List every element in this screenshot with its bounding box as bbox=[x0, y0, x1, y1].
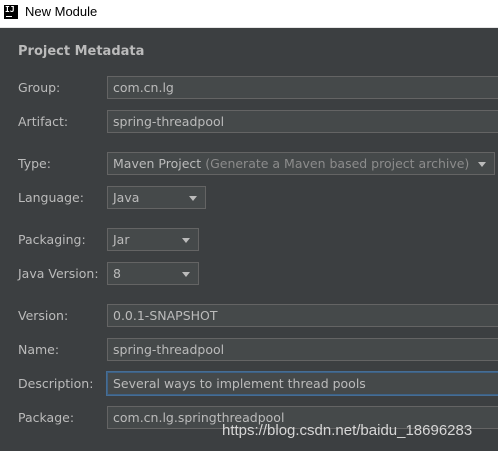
java-version-select[interactable]: 8 bbox=[107, 262, 199, 285]
group-label: Group: bbox=[18, 80, 61, 95]
watermark-text: https://blog.csdn.net/baidu_18696283 bbox=[222, 422, 473, 439]
group-input[interactable]: com.cn.lg bbox=[107, 76, 498, 99]
name-input[interactable]: spring-threadpool bbox=[107, 338, 498, 361]
artifact-input[interactable]: spring-threadpool bbox=[107, 110, 498, 133]
language-label: Language: bbox=[18, 190, 84, 205]
type-select-hint: (Generate a Maven based project archive) bbox=[205, 156, 470, 171]
chevron-down-icon bbox=[182, 272, 190, 277]
type-select[interactable]: Maven Project (Generate a Maven based pr… bbox=[107, 152, 495, 175]
chevron-down-icon bbox=[182, 238, 190, 243]
description-input[interactable]: Several ways to implement thread pools bbox=[107, 372, 498, 395]
window-title: New Module bbox=[25, 4, 98, 19]
chevron-down-icon bbox=[478, 162, 486, 167]
packaging-select[interactable]: Jar bbox=[107, 228, 199, 251]
java-version-select-value: 8 bbox=[113, 266, 121, 281]
title-bar: IJ New Module bbox=[0, 0, 498, 28]
type-label: Type: bbox=[18, 156, 51, 171]
version-label: Version: bbox=[18, 308, 69, 323]
java-version-label: Java Version: bbox=[18, 266, 99, 281]
language-select-value: Java bbox=[113, 190, 140, 205]
version-input[interactable]: 0.0.1-SNAPSHOT bbox=[107, 304, 498, 327]
name-label: Name: bbox=[18, 342, 60, 357]
chevron-down-icon bbox=[189, 196, 197, 201]
intellij-app-icon: IJ bbox=[4, 5, 18, 19]
packaging-label: Packaging: bbox=[18, 232, 86, 247]
packaging-select-value: Jar bbox=[113, 232, 130, 247]
description-label: Description: bbox=[18, 376, 94, 391]
section-title: Project Metadata bbox=[18, 44, 145, 59]
type-select-value: Maven Project bbox=[113, 156, 202, 171]
language-select[interactable]: Java bbox=[107, 186, 206, 209]
artifact-label: Artifact: bbox=[18, 114, 69, 129]
package-label: Package: bbox=[18, 410, 75, 425]
